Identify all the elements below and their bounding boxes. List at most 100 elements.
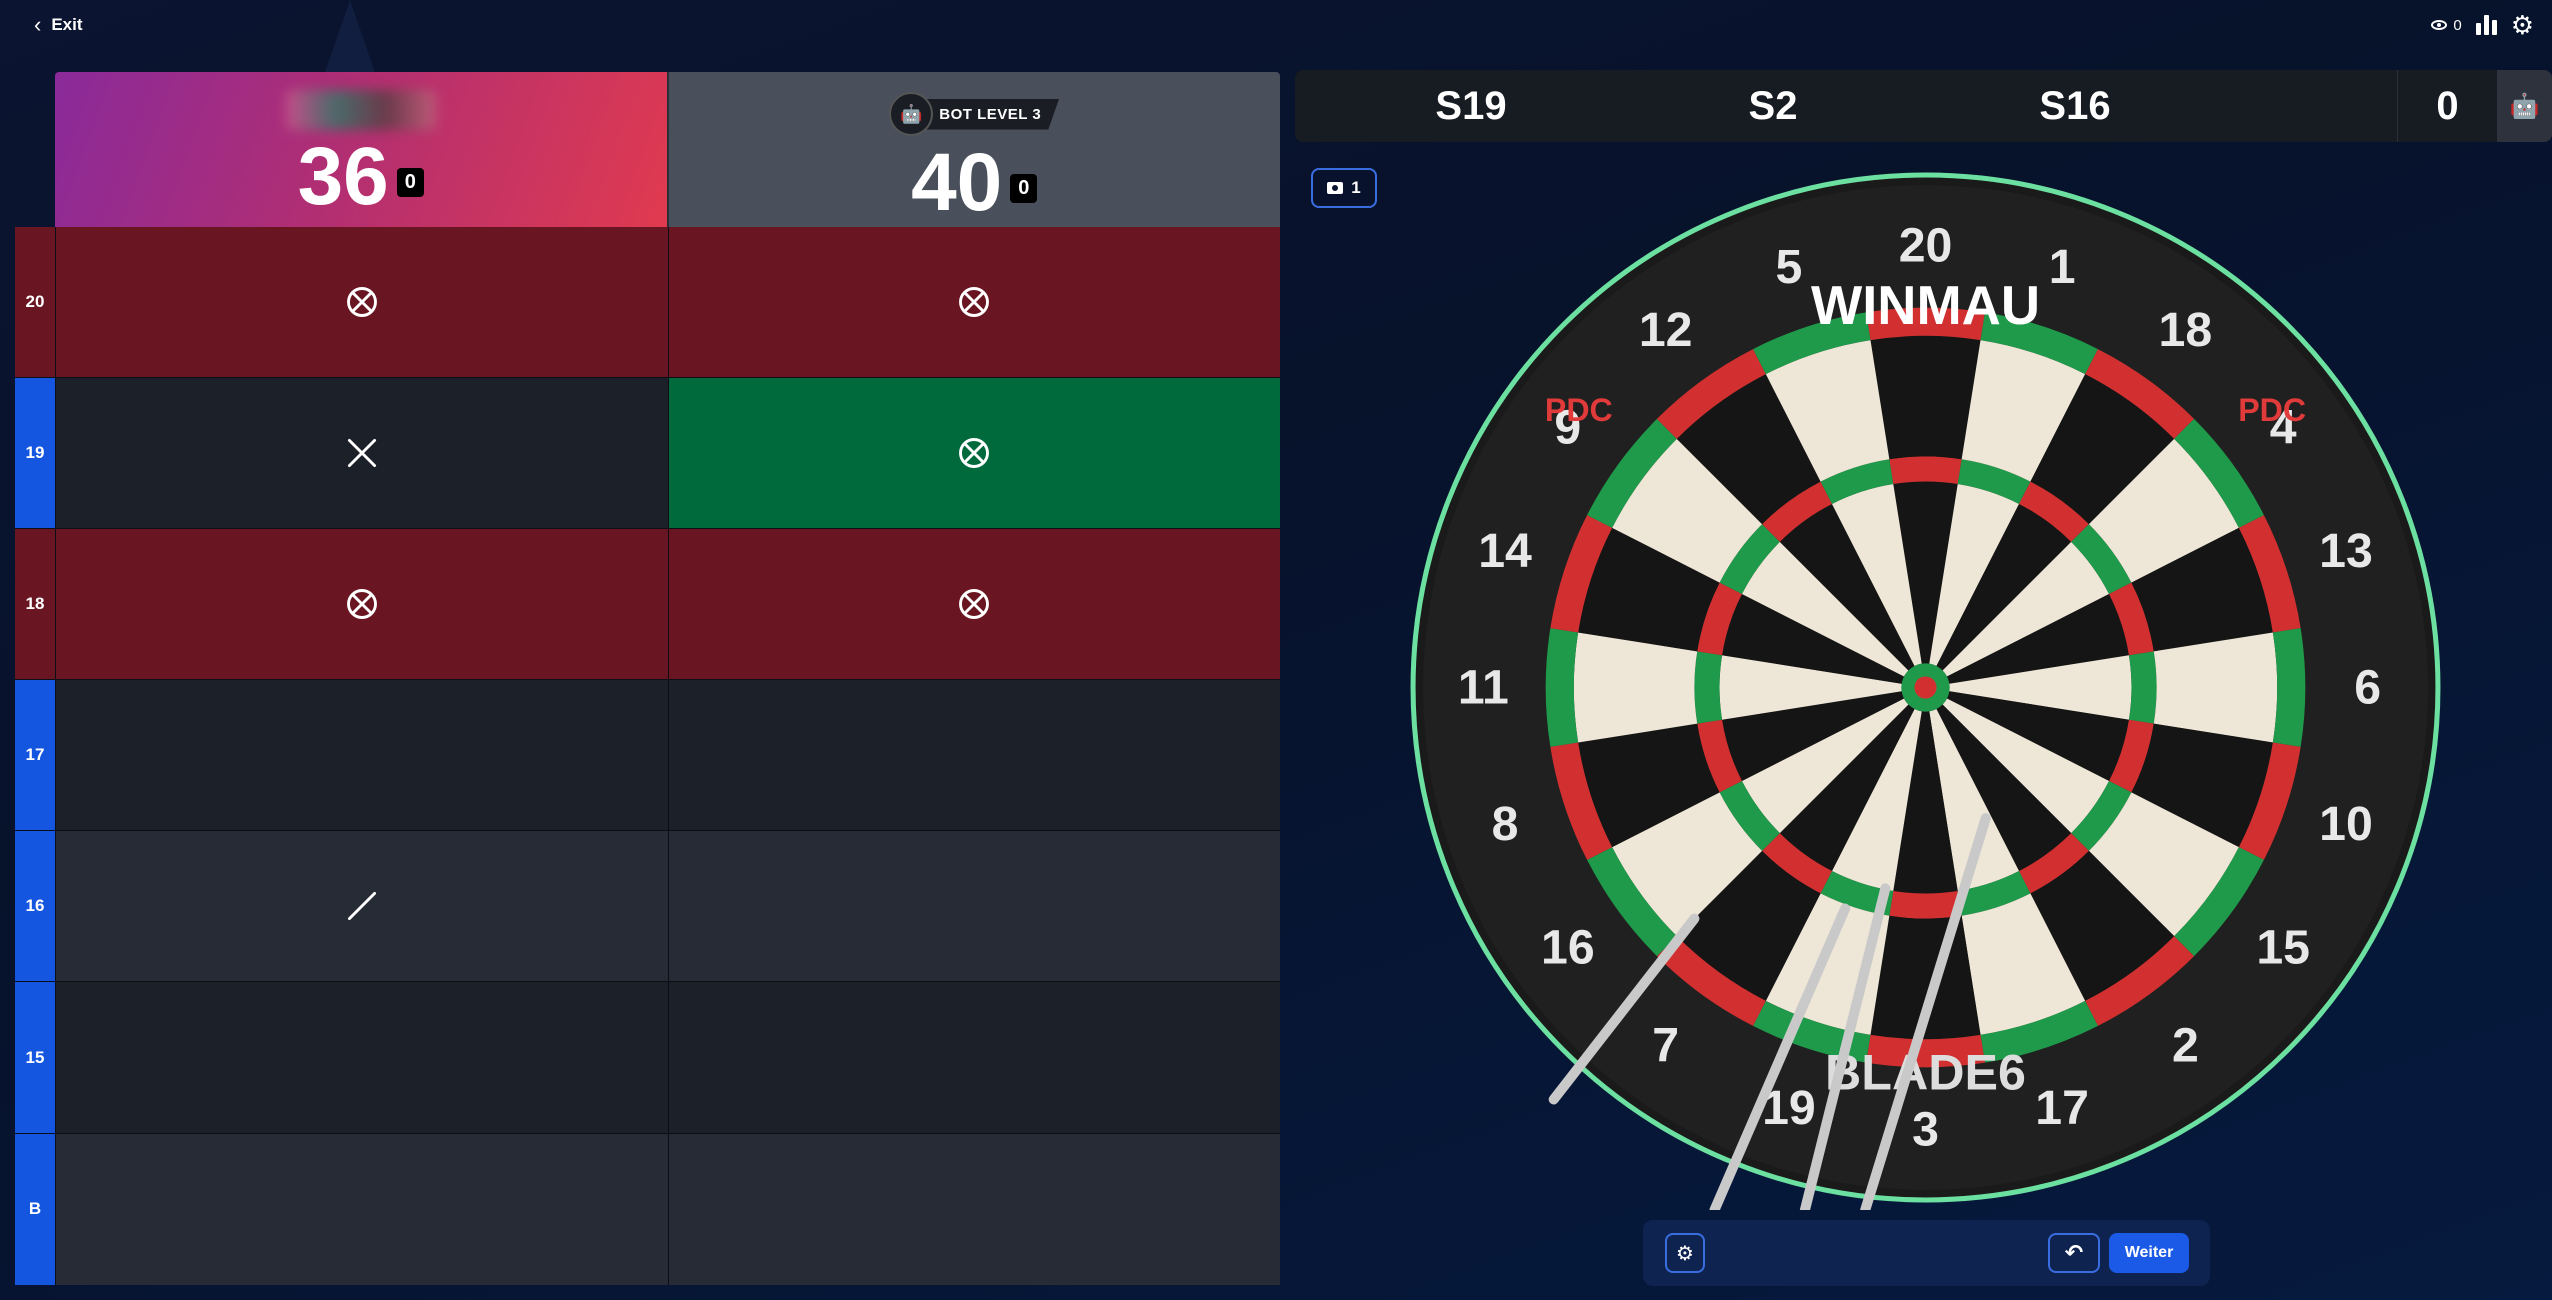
grid-cell-player-1	[55, 831, 668, 982]
board-number: 10	[2319, 797, 2373, 851]
grid-row-b: B	[15, 1133, 1280, 1285]
pdc-badge: PDC	[2238, 392, 2306, 428]
mark-closed-icon	[346, 287, 377, 317]
row-label: 16	[15, 831, 55, 982]
player-1-name-blurred	[285, 90, 436, 130]
board-number: 15	[2256, 920, 2310, 974]
double-ring	[1545, 628, 1579, 747]
grid-row-20: 20	[15, 227, 1280, 379]
viewers-indicator: 0	[2431, 16, 2462, 34]
players-header: 36 0 🤖 BOT LEVEL 3 40 0	[55, 72, 1280, 227]
board-number: 3	[1912, 1103, 1939, 1157]
grid-row-17: 17	[15, 680, 1280, 832]
grid-cell-player-1	[55, 680, 668, 831]
grid-cell-player-2	[667, 529, 1280, 680]
row-label: 15	[15, 982, 55, 1133]
grid-row-16: 16	[15, 831, 1280, 983]
throw-3[interactable]: S16	[1924, 84, 2226, 129]
board-number: 16	[1541, 920, 1595, 974]
segment-outer	[1870, 335, 1981, 460]
exit-label: Exit	[51, 15, 83, 34]
grid-cell-player-1	[55, 982, 668, 1133]
bottom-controls: ⚙ ↶ Weiter	[1643, 1220, 2210, 1286]
triple-ring	[1889, 890, 1962, 919]
bullseye	[1914, 676, 1937, 699]
camera-icon	[1327, 182, 1344, 194]
bot-name-tag: 🤖 BOT LEVEL 3	[889, 92, 1060, 136]
chevron-left-icon: ‹	[34, 12, 42, 37]
grid-cell-player-1	[55, 378, 668, 529]
board-number: 18	[2159, 303, 2213, 357]
brand-top: WINMAU	[1811, 276, 2040, 336]
row-label: B	[15, 1133, 55, 1285]
undo-button[interactable]: ↶	[2048, 1233, 2100, 1273]
throws-total: 0	[2397, 70, 2497, 142]
player-card-1: 36 0	[55, 72, 667, 227]
camera-selector[interactable]: 1	[1311, 168, 1377, 208]
row-label: 18	[15, 529, 55, 680]
grid-cell-player-2	[667, 982, 1280, 1133]
segment-outer	[2153, 632, 2278, 743]
robot-icon: 🤖	[889, 92, 934, 136]
mark-closed-icon	[959, 287, 990, 317]
board-number: 6	[2354, 661, 2381, 715]
dartboard: 20 11841361015217319716811149125WINMAUBLA…	[1410, 172, 2441, 1216]
stats-icon[interactable]	[2475, 15, 2497, 35]
double-ring	[2272, 628, 2306, 747]
camera-count: 1	[1351, 178, 1361, 197]
mark-two-icon	[347, 439, 376, 468]
player-card-2: 🤖 BOT LEVEL 3 40 0	[666, 72, 1280, 227]
cricket-grid: 20 19 18 17 16 15 B	[15, 227, 1280, 1285]
board-number: 14	[1478, 524, 1532, 578]
grid-cell-player-1	[55, 227, 668, 378]
pdc-badge: PDC	[1545, 392, 1613, 428]
grid-cell-player-1	[55, 529, 668, 680]
grid-cell-player-2	[667, 378, 1280, 529]
grid-row-15: 15	[15, 982, 1280, 1134]
dartboard-camera-view[interactable]: 20 1 18 4 13 6 10 15 2 17 3 19 7 16 8 11 14 9 12 5 WINMAU BLA…	[1403, 165, 2448, 1216]
board-number: 17	[2035, 1081, 2089, 1135]
mark-closed-icon	[959, 438, 990, 469]
row-label: 20	[15, 227, 55, 378]
player-1-score: 36	[297, 131, 389, 222]
board-number: 7	[1652, 1018, 1679, 1072]
mark-closed-icon	[959, 589, 990, 620]
grid-cell-player-2	[667, 831, 1280, 982]
eye-icon	[2431, 20, 2448, 30]
grid-cell-player-2	[667, 1133, 1280, 1285]
grid-cell-player-2	[667, 680, 1280, 831]
throws-bar: S19 S2 S16 0 🤖	[1295, 70, 2552, 142]
player-2-legs: 0	[1010, 173, 1038, 203]
gear-icon[interactable]: ⚙	[2511, 12, 2534, 38]
board-number: 11	[1458, 661, 1509, 715]
player-1-legs: 0	[396, 167, 424, 197]
board-number: 20	[1899, 218, 1953, 272]
undo-icon: ↶	[2064, 1240, 2084, 1265]
brand-bottom: BLADE6	[1825, 1044, 2026, 1100]
board-number: 13	[2319, 524, 2373, 578]
row-label: 17	[15, 680, 55, 831]
top-right-toolbar: 0 ⚙	[2431, 12, 2534, 38]
board-number: 5	[1775, 240, 1802, 294]
gear-icon: ⚙	[1676, 1242, 1694, 1265]
robot-icon[interactable]: 🤖	[2497, 70, 2552, 142]
board-number: 2	[2172, 1018, 2199, 1072]
viewers-count: 0	[2453, 16, 2462, 34]
row-label: 19	[15, 378, 55, 529]
settings-button[interactable]: ⚙	[1665, 1233, 1705, 1273]
throw-2[interactable]: S2	[1622, 84, 1924, 129]
segment-outer	[1573, 632, 1698, 743]
board-number: 1	[2049, 240, 2076, 294]
mark-one-icon	[347, 892, 376, 921]
triple-ring	[2128, 651, 2157, 724]
grid-cell-player-2	[667, 227, 1280, 378]
grid-row-19: 19	[15, 378, 1280, 530]
exit-button[interactable]: ‹ Exit	[34, 14, 83, 36]
grid-cell-player-1	[55, 1133, 668, 1285]
triple-ring	[1694, 651, 1723, 724]
grid-row-18: 18	[15, 529, 1280, 681]
board-number: 12	[1639, 303, 1693, 357]
next-button[interactable]: Weiter	[2109, 1233, 2189, 1273]
board-number: 8	[1492, 797, 1519, 851]
throw-1[interactable]: S19	[1320, 84, 1622, 129]
